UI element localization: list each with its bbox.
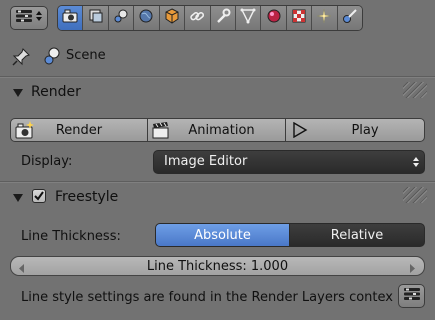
render-button[interactable]: Render (10, 118, 148, 142)
scene-label: Scene (66, 48, 106, 63)
animation-button[interactable]: Animation (147, 118, 286, 142)
tab-constraints[interactable] (185, 6, 211, 30)
display-value: Image Editor (164, 154, 248, 169)
collapse-triangle-icon (13, 89, 23, 97)
tab-modifiers[interactable] (210, 6, 236, 30)
data-tab-icon (240, 8, 256, 28)
context-tabs (57, 5, 363, 31)
drag-handle-icon[interactable] (403, 187, 427, 203)
tab-particles[interactable] (312, 6, 338, 30)
divider (0, 181, 435, 183)
properties-header (0, 0, 435, 36)
tab-texture[interactable] (286, 6, 313, 30)
particles-tab-icon (316, 8, 332, 28)
absolute-option-label: Absolute (194, 227, 251, 243)
tab-scene[interactable] (108, 6, 135, 30)
tab-world[interactable] (134, 6, 160, 30)
render-layers-tab-icon (88, 8, 104, 28)
render-layers-link-button[interactable] (398, 284, 425, 308)
render-button-label: Render (55, 122, 103, 138)
constraints-tab-icon (189, 8, 205, 28)
physics-tab-icon (342, 8, 358, 28)
chevron-updown-icon (412, 156, 420, 172)
arrow-right-icon[interactable] (410, 262, 416, 277)
play-button-label: Play (351, 122, 379, 138)
scene-tab-icon (113, 8, 129, 28)
world-tab-icon (138, 8, 154, 28)
absolute-option[interactable]: Absolute (155, 223, 290, 247)
tab-object[interactable] (159, 6, 186, 30)
render-panel-title: Render (31, 84, 81, 100)
relative-option-label: Relative (330, 227, 384, 243)
scene-icon (42, 46, 62, 70)
render-tab-icon (62, 9, 78, 27)
collapse-triangle-icon (13, 194, 23, 202)
info-text: Line style settings are found in the Ren… (21, 290, 393, 305)
render-panel-header[interactable]: Render (0, 80, 435, 106)
display-label: Display: (21, 154, 73, 169)
editor-type-selector[interactable] (10, 6, 48, 30)
display-dropdown[interactable]: Image Editor (153, 150, 425, 174)
line-thickness-label: Line Thickness: (21, 229, 121, 244)
line-thickness-value: Line Thickness: 1.000 (146, 258, 289, 274)
object-tab-icon (164, 8, 180, 28)
chevron-updown-icon (35, 10, 43, 26)
line-thickness-slider[interactable]: Line Thickness: 1.000 (10, 256, 425, 276)
tab-render[interactable] (58, 6, 84, 30)
tab-render-layers[interactable] (83, 6, 109, 30)
relative-option[interactable]: Relative (289, 223, 425, 247)
arrow-left-icon[interactable] (19, 262, 25, 277)
texture-tab-icon (291, 8, 307, 28)
freestyle-checkbox[interactable] (32, 189, 46, 203)
properties-editor-icon (403, 287, 421, 305)
material-tab-icon (266, 8, 282, 28)
pin-icon[interactable] (11, 47, 31, 71)
tab-data[interactable] (235, 6, 262, 30)
freestyle-panel-title: Freestyle (55, 189, 119, 205)
properties-editor-icon (15, 9, 33, 27)
tab-material[interactable] (261, 6, 287, 30)
render-camera-icon (14, 120, 36, 144)
animation-button-label: Animation (188, 122, 255, 138)
clapperboard-icon (151, 121, 171, 143)
wrench-icon (215, 8, 231, 28)
play-button[interactable]: Play (285, 118, 425, 142)
play-icon (292, 121, 308, 142)
divider (0, 76, 435, 78)
tab-physics[interactable] (337, 6, 362, 30)
drag-handle-icon[interactable] (403, 82, 427, 98)
freestyle-panel-header[interactable]: Freestyle (0, 185, 435, 211)
